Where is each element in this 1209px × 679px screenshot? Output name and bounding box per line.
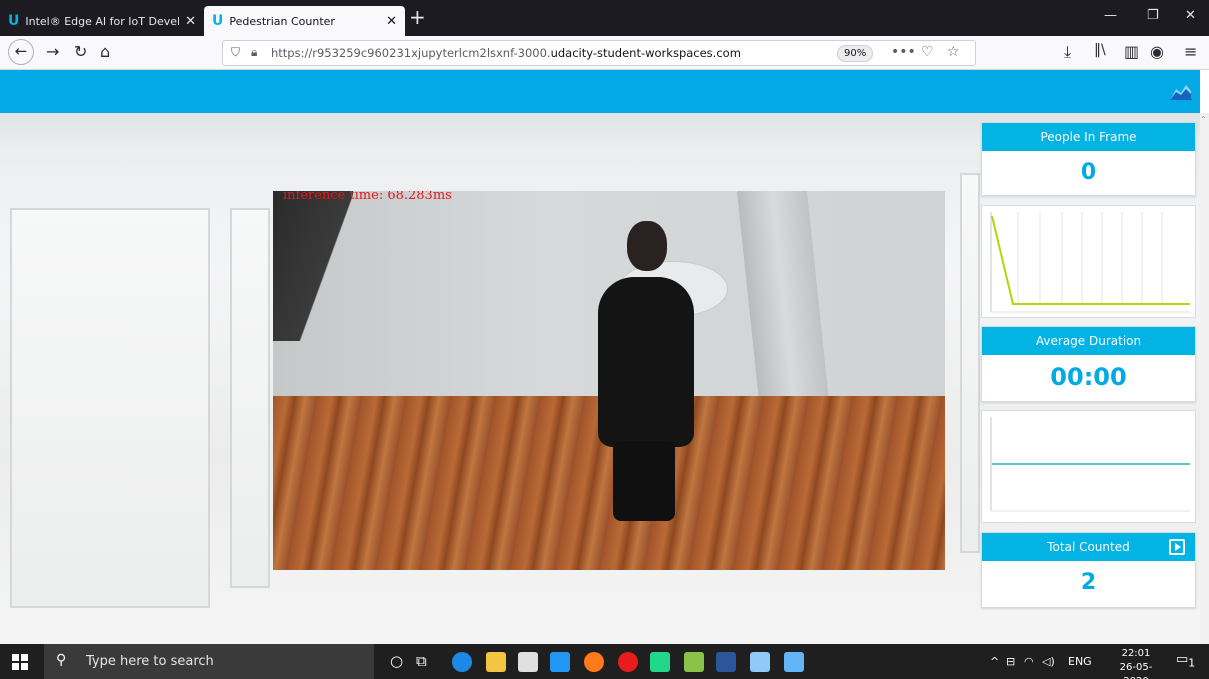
word-icon[interactable] <box>716 652 736 672</box>
tab-intel-edge-ai[interactable]: U Intel® Edge AI for IoT Develope ✕ <box>0 6 204 36</box>
forward-arrow-icon[interactable]: → <box>46 42 59 61</box>
language-indicator[interactable]: ENG <box>1068 655 1092 668</box>
window-pane <box>230 208 270 588</box>
clock-time: 22:01 <box>1121 648 1151 659</box>
area-chart-icon[interactable] <box>1170 82 1192 100</box>
udacity-icon: U <box>8 13 20 29</box>
pycharm-icon[interactable] <box>650 652 670 672</box>
restore-icon[interactable]: ❐ <box>1147 8 1159 23</box>
window-pane <box>10 208 210 608</box>
total-counted-card: Total Counted 2 <box>981 532 1196 608</box>
play-icon[interactable] <box>1169 539 1185 555</box>
account-icon[interactable]: ◉ <box>1150 42 1164 61</box>
total-counted-value: 2 <box>1080 570 1097 595</box>
menu-icon[interactable]: ≡ <box>1184 42 1197 61</box>
duration-graph-svg <box>990 417 1190 512</box>
downloads-icon[interactable]: ⤓ <box>1064 42 1071 62</box>
store-icon[interactable] <box>518 652 538 672</box>
close-icon[interactable]: ✕ <box>185 14 196 29</box>
windows-taskbar: ⚲ Type here to search ○ ⧉ ^ ⊟ ◠ ◁) ENG 2… <box>0 644 1209 679</box>
search-icon: ⚲ <box>56 652 67 668</box>
video-window-frame <box>273 191 353 341</box>
url-prefix: https://r953259c960231xjupyterlcm2lsxnf-… <box>271 46 551 60</box>
edge-icon[interactable] <box>452 652 472 672</box>
video-person-legs <box>613 441 675 521</box>
video-feed: inference time: 68.283ms <box>273 191 945 570</box>
browser-navbar: ← → ↻ ⌂ ⛉ 🔒︎ https://r953259c960231xjupy… <box>0 36 1209 70</box>
average-duration-label: Average Duration <box>982 327 1195 355</box>
people-graph-svg <box>990 212 1190 313</box>
library-icon[interactable]: ‖\ <box>1094 42 1106 58</box>
app-icon[interactable] <box>750 652 770 672</box>
reload-icon[interactable]: ↻ <box>74 42 87 61</box>
people-in-frame-card: People In Frame 0 <box>981 122 1196 196</box>
minimize-icon[interactable]: — <box>1104 8 1117 23</box>
more-actions-icon[interactable]: ••• <box>891 44 916 60</box>
notification-count: 1 <box>1188 656 1196 670</box>
bookmark-star-icon[interactable]: ☆ <box>947 44 960 60</box>
sidebar-icon[interactable]: ▥ <box>1124 42 1139 61</box>
network-icon[interactable]: ⊟ <box>1006 655 1015 668</box>
browser-tab-strip: U Intel® Edge AI for IoT Develope ✕ U Pe… <box>0 0 1209 36</box>
average-duration-graph <box>981 410 1196 523</box>
url-text[interactable]: https://r953259c960231xjupyterlcm2lsxnf-… <box>271 46 741 60</box>
pocket-icon[interactable]: ♡ <box>921 44 934 60</box>
notepad-icon[interactable] <box>684 652 704 672</box>
page-scrollbar[interactable]: ⌃ <box>1200 113 1209 644</box>
cortana-icon[interactable]: ○ <box>390 652 403 670</box>
taskbar-search-box[interactable]: ⚲ Type here to search <box>44 644 374 679</box>
average-duration-card: Average Duration 00:00 <box>981 326 1196 402</box>
tab-pedestrian-counter[interactable]: U Pedestrian Counter ✕ <box>204 6 405 36</box>
people-in-frame-graph <box>981 205 1196 318</box>
total-counted-label: Total Counted <box>1047 540 1130 554</box>
video-person <box>598 277 694 447</box>
scroll-up-arrow-icon[interactable]: ⌃ <box>1200 115 1207 124</box>
inference-time-overlay: inference time: 68.283ms <box>283 191 452 203</box>
clock-date: 26-05-2020 <box>1119 662 1153 679</box>
mail-icon[interactable] <box>550 652 570 672</box>
close-icon[interactable]: ✕ <box>386 14 397 29</box>
video-person-head <box>627 221 667 271</box>
tab-title: Intel® Edge AI for IoT Develope <box>25 14 180 28</box>
average-duration-value: 00:00 <box>1050 363 1127 391</box>
lock-icon[interactable]: 🔒︎ <box>251 45 257 60</box>
volume-icon[interactable]: ◁) <box>1042 655 1055 668</box>
url-bar[interactable]: ⛉ 🔒︎ https://r953259c960231xjupyterlcm2l… <box>222 40 976 66</box>
shield-icon[interactable]: ⛉ <box>231 45 240 60</box>
firefox-icon[interactable] <box>584 652 604 672</box>
file-explorer-icon[interactable] <box>486 652 506 672</box>
tab-title: Pedestrian Counter <box>229 14 335 28</box>
zoom-level-badge[interactable]: 90% <box>837 45 874 62</box>
people-graph-line <box>991 215 1190 305</box>
notification-icon[interactable]: ▭1 <box>1176 652 1195 670</box>
task-view-icon[interactable]: ⧉ <box>416 652 427 670</box>
new-tab-plus-icon[interactable]: + <box>409 5 426 29</box>
search-placeholder: Type here to search <box>86 654 214 669</box>
photos-icon[interactable] <box>784 652 804 672</box>
people-in-frame-value: 0 <box>1080 160 1097 185</box>
app-header <box>0 70 1200 113</box>
tray-chevron-icon[interactable]: ^ <box>990 655 999 668</box>
home-icon[interactable]: ⌂ <box>100 42 110 61</box>
taskbar-clock[interactable]: 22:01 26-05-2020 <box>1109 647 1163 679</box>
udacity-icon: U <box>212 13 224 29</box>
window-pane <box>960 173 980 553</box>
total-counted-header: Total Counted <box>982 533 1195 561</box>
windows-start-icon[interactable] <box>12 654 28 670</box>
back-arrow-icon[interactable]: ← <box>8 39 34 65</box>
window-close-icon[interactable]: ✕ <box>1185 8 1196 23</box>
wifi-icon[interactable]: ◠ <box>1024 655 1034 668</box>
url-domain: udacity-student-workspaces.com <box>550 46 741 60</box>
opera-icon[interactable] <box>618 652 638 672</box>
people-in-frame-label: People In Frame <box>982 123 1195 151</box>
